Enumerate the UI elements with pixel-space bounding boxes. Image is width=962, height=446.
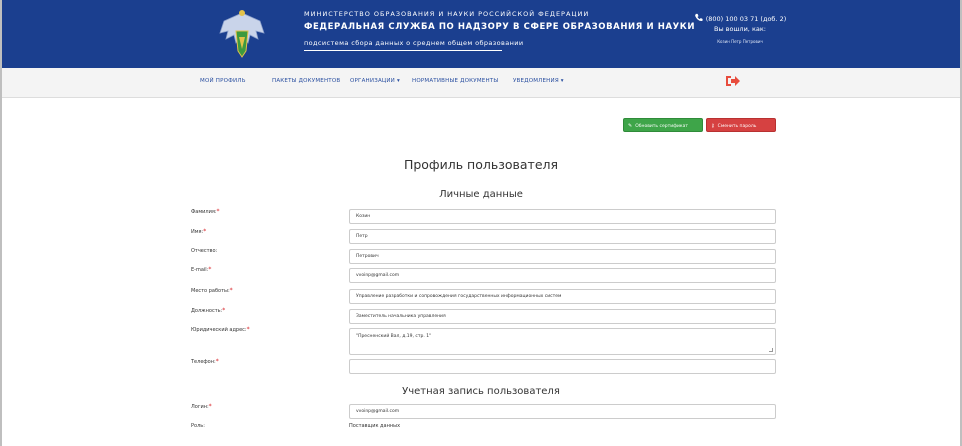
change-password-button[interactable]: ⚷ Сменить пароль bbox=[706, 118, 776, 132]
legal-address-textarea[interactable]: "Пресненский Вал, д.19, стр. 1" bbox=[349, 328, 776, 355]
phone-input[interactable] bbox=[349, 359, 776, 374]
current-user-link[interactable]: Козин Петр Петрович bbox=[684, 37, 796, 47]
nav-item-organizations[interactable]: ОРГАНИЗАЦИИ ▾ bbox=[350, 78, 400, 84]
phone-label: Телефон:* bbox=[191, 358, 219, 365]
account-heading: Учетная запись пользователя bbox=[402, 386, 560, 397]
legal-address-value: "Пресненский Вал, д.19, стр. 1" bbox=[356, 334, 432, 339]
login-label: Логин:* bbox=[191, 403, 212, 410]
subsystem-name: подсистема сбора данных о среднем общем … bbox=[304, 39, 523, 51]
pencil-icon: ✎ bbox=[628, 123, 633, 129]
nav-item-notifications[interactable]: УВЕДОМЛЕНИЯ ▾ bbox=[513, 78, 564, 84]
login-input[interactable]: vvoinp@gmail.com bbox=[349, 404, 776, 419]
name-label: Имя:* bbox=[191, 228, 207, 235]
email-label: E-mail:* bbox=[191, 266, 212, 273]
phone-icon bbox=[694, 13, 703, 21]
eagle-emblem-icon bbox=[219, 10, 265, 58]
contact-block: (800) 100 03 71 (доб. 2) Вы вошли, как: … bbox=[684, 13, 796, 47]
workplace-label: Место работы:* bbox=[191, 287, 233, 294]
phone-number: (800) 100 03 71 (доб. 2) bbox=[705, 15, 787, 23]
key-icon: ⚷ bbox=[711, 123, 715, 129]
roles-value: Поставщик данных bbox=[349, 423, 401, 429]
update-certificate-label: Обновить сертификат bbox=[635, 124, 689, 129]
personal-data-heading: Личные данные bbox=[439, 189, 523, 200]
position-label: Должность:* bbox=[191, 307, 226, 314]
service-name: ФЕДЕРАЛЬНАЯ СЛУЖБА ПО НАДЗОРУ В СФЕРЕ ОБ… bbox=[304, 22, 696, 32]
legal-address-label: Юридический адрес:* bbox=[191, 326, 250, 333]
resize-handle-icon[interactable] bbox=[769, 348, 773, 352]
ministry-name: МИНИСТЕРСТВО ОБРАЗОВАНИЯ И НАУКИ РОССИЙС… bbox=[304, 10, 590, 18]
surname-input[interactable]: Козин bbox=[349, 209, 776, 224]
page: МИНИСТЕРСТВО ОБРАЗОВАНИЯ И НАУКИ РОССИЙС… bbox=[0, 0, 962, 446]
phone-line: (800) 100 03 71 (доб. 2) bbox=[684, 13, 796, 24]
update-certificate-button[interactable]: ✎ Обновить сертификат bbox=[623, 118, 703, 132]
change-password-label: Сменить пароль bbox=[717, 124, 757, 129]
patronymic-label: Отчество: bbox=[191, 248, 218, 254]
email-input[interactable]: vvoinp@gmail.com bbox=[349, 268, 776, 283]
logged-in-label: Вы вошли, как: bbox=[714, 25, 766, 33]
page-title: Профиль пользователя bbox=[403, 157, 559, 172]
position-input[interactable]: Заместитель начальника управления bbox=[349, 309, 776, 324]
nav-item-document-packages[interactable]: ПАКЕТЫ ДОКУМЕНТОВ bbox=[272, 78, 340, 84]
site-header: МИНИСТЕРСТВО ОБРАЗОВАНИЯ И НАУКИ РОССИЙС… bbox=[2, 0, 960, 68]
patronymic-input[interactable]: Петрович bbox=[349, 249, 776, 264]
nav-item-regulatory-documents[interactable]: НОРМАТИВНЫЕ ДОКУМЕНТЫ bbox=[412, 78, 498, 84]
nav-item-my-profile[interactable]: МОЙ ПРОФИЛЬ bbox=[200, 78, 246, 84]
sign-out-icon[interactable] bbox=[725, 74, 741, 88]
workplace-input[interactable]: Управление разработки и сопровождения го… bbox=[349, 289, 776, 304]
name-input[interactable]: Петр bbox=[349, 229, 776, 244]
roles-label: Роль: bbox=[191, 423, 205, 429]
main-nav: МОЙ ПРОФИЛЬ ПАКЕТЫ ДОКУМЕНТОВ ОРГАНИЗАЦИ… bbox=[2, 68, 960, 98]
surname-label: Фамилия:* bbox=[191, 208, 220, 215]
